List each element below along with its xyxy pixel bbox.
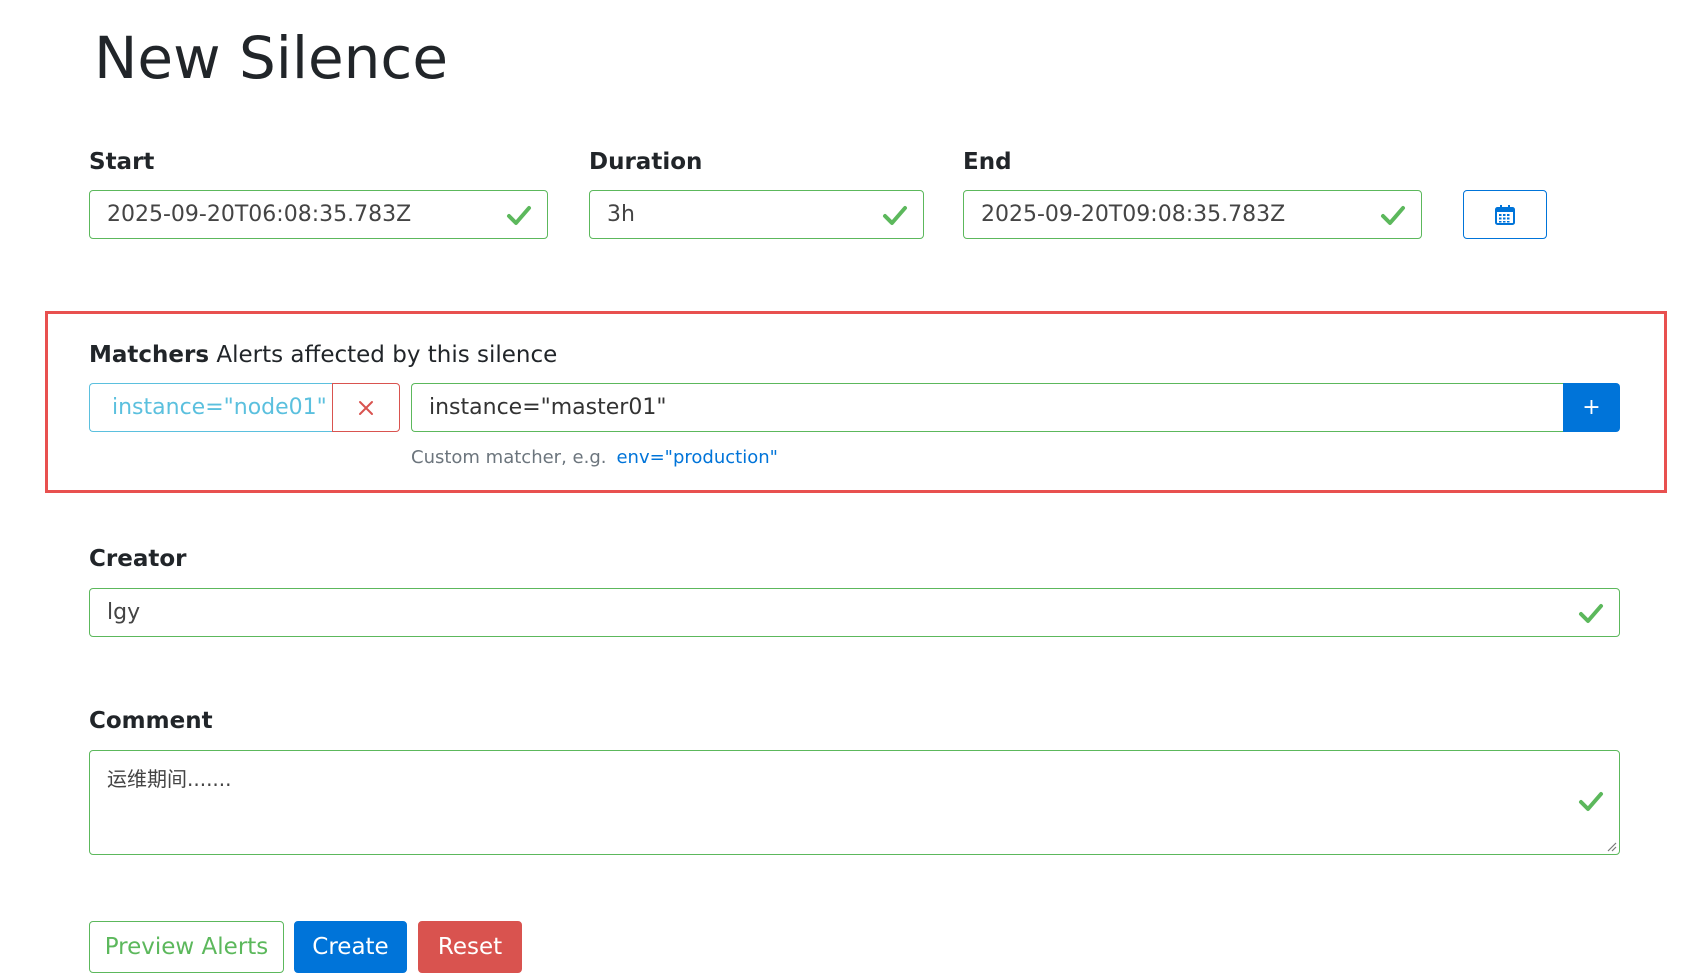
start-value: 2025-09-20T06:08:35.783Z — [107, 202, 412, 227]
check-icon — [1577, 599, 1605, 627]
comment-textarea[interactable]: 运维期间....... — [89, 750, 1620, 855]
calendar-icon — [1494, 204, 1516, 226]
matchers-subtitle: Alerts affected by this silence — [216, 342, 558, 368]
close-icon — [357, 399, 375, 417]
create-button[interactable]: Create — [294, 921, 407, 973]
matcher-input-value: instance="master01" — [429, 395, 667, 420]
matchers-title: Matchers — [89, 342, 210, 368]
check-icon — [1379, 201, 1407, 229]
check-icon — [505, 201, 533, 229]
matcher-hint-text: Custom matcher, e.g. — [411, 447, 607, 468]
matcher-hint: Custom matcher, e.g. env="production" — [411, 447, 778, 468]
start-input[interactable]: 2025-09-20T06:08:35.783Z — [89, 190, 548, 239]
comment-label: Comment — [89, 708, 213, 734]
matcher-chip-label: instance="node01" — [112, 395, 327, 420]
creator-label: Creator — [89, 546, 187, 572]
duration-label: Duration — [589, 149, 703, 175]
duration-input[interactable]: 3h — [589, 190, 924, 239]
end-input[interactable]: 2025-09-20T09:08:35.783Z — [963, 190, 1422, 239]
creator-value: lgy — [107, 600, 141, 625]
end-value: 2025-09-20T09:08:35.783Z — [981, 202, 1286, 227]
add-matcher-button[interactable]: + — [1563, 383, 1620, 432]
matcher-chip[interactable]: instance="node01" — [89, 383, 332, 432]
comment-value: 运维期间....... — [107, 767, 232, 791]
reset-button[interactable]: Reset — [418, 921, 522, 973]
add-matcher-label: + — [1582, 395, 1601, 420]
end-label: End — [963, 149, 1012, 175]
calendar-button[interactable] — [1463, 190, 1547, 239]
matcher-input[interactable]: instance="master01" — [411, 383, 1563, 432]
matchers-heading: Matchers Alerts affected by this silence — [89, 340, 557, 370]
page-title: New Silence — [94, 24, 449, 92]
check-icon — [881, 201, 909, 229]
remove-matcher-button[interactable] — [332, 383, 400, 432]
start-label: Start — [89, 149, 155, 175]
matcher-hint-example[interactable]: env="production" — [616, 447, 777, 468]
preview-alerts-button[interactable]: Preview Alerts — [89, 921, 284, 973]
resize-grip-icon[interactable] — [1605, 840, 1617, 852]
duration-value: 3h — [607, 202, 635, 227]
creator-input[interactable]: lgy — [89, 588, 1620, 637]
check-icon — [1577, 787, 1605, 815]
